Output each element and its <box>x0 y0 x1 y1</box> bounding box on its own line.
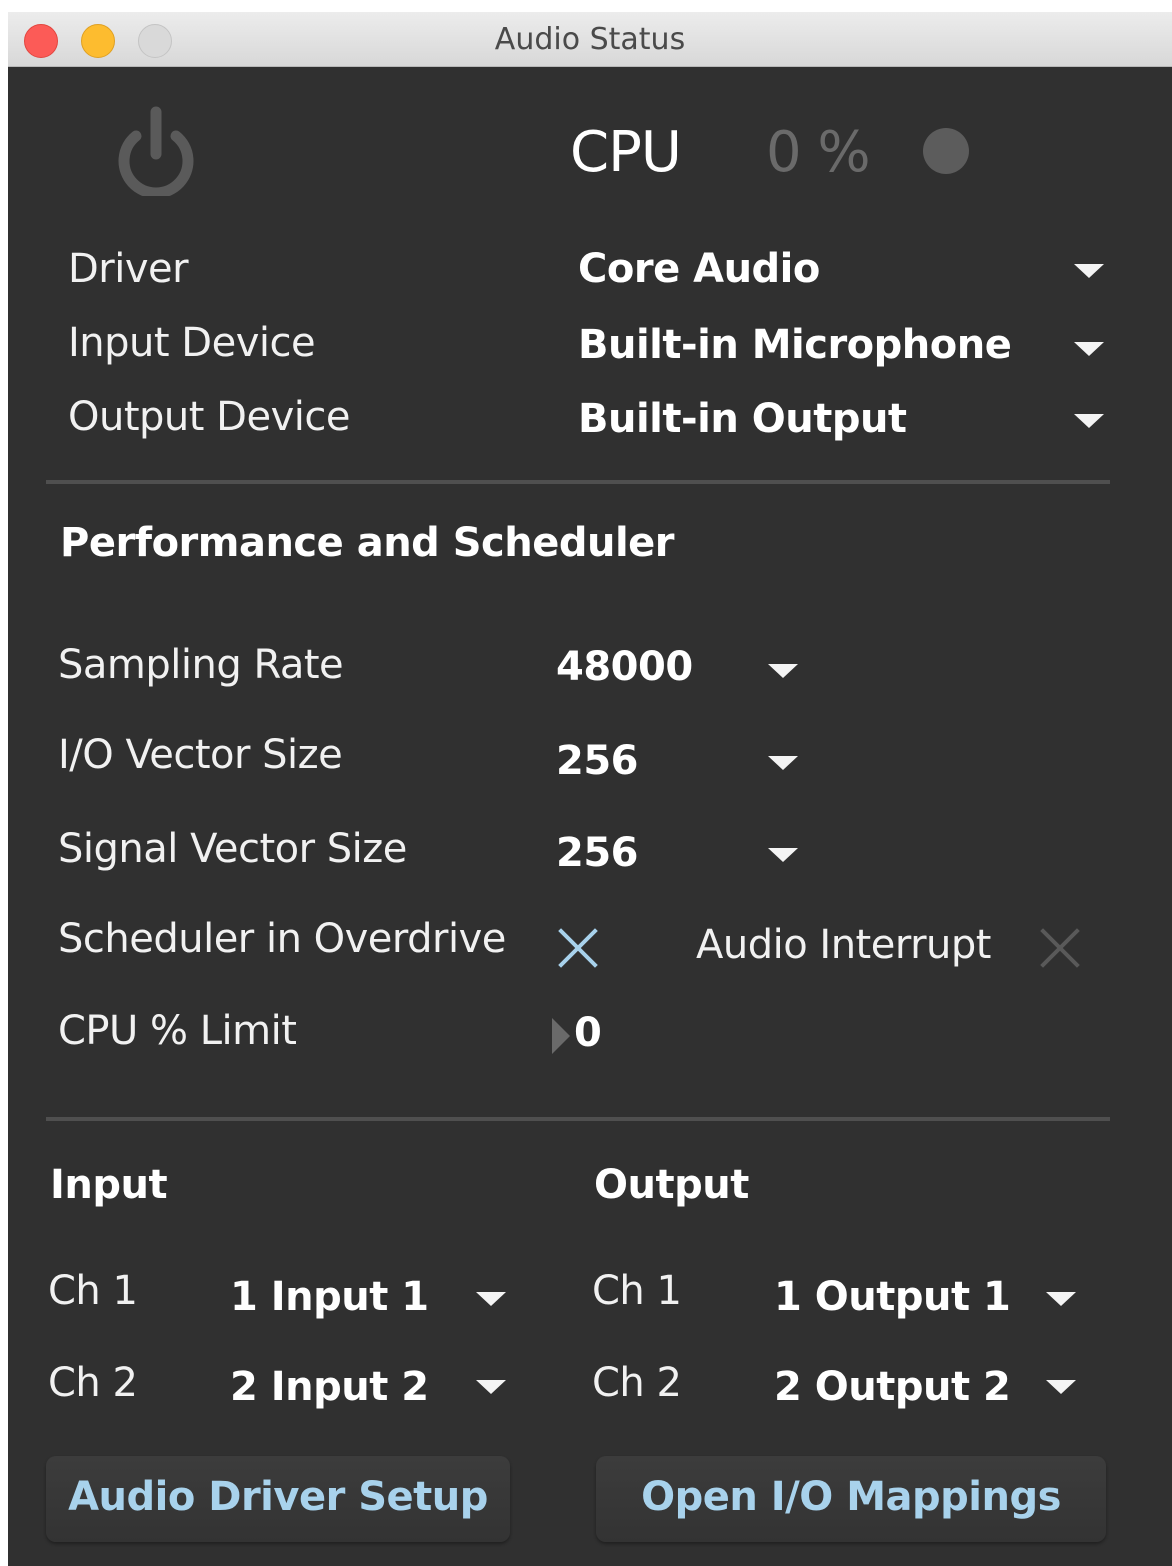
audio-interrupt-label: Audio Interrupt <box>696 922 991 968</box>
title-bar: Audio Status <box>8 12 1172 67</box>
open-io-mappings-button[interactable]: Open I/O Mappings <box>596 1456 1106 1542</box>
output-channel-1-dropdown-arrow-icon[interactable] <box>1046 1292 1076 1306</box>
output-device-dropdown-arrow-icon[interactable] <box>1074 414 1104 428</box>
cpu-limit-label: CPU % Limit <box>58 1008 297 1054</box>
number-box-triangle-icon <box>552 1018 570 1054</box>
input-device-menu-value[interactable]: Built-in Microphone <box>578 322 1012 368</box>
cpu-indicator-light <box>923 128 969 174</box>
driver-menu-value[interactable]: Core Audio <box>578 246 820 292</box>
sampling-rate-label: Sampling Rate <box>58 642 344 688</box>
audio-driver-setup-button[interactable]: Audio Driver Setup <box>46 1456 510 1542</box>
audio-interrupt-toggle-icon[interactable] <box>1038 926 1082 970</box>
section-divider <box>46 480 1110 484</box>
input-channel-2-value[interactable]: 2 Input 2 <box>230 1364 429 1410</box>
input-channel-2-dropdown-arrow-icon[interactable] <box>476 1380 506 1394</box>
sampling-rate-dropdown-arrow-icon[interactable] <box>768 664 798 678</box>
audio-power-button[interactable] <box>114 100 198 199</box>
io-vector-size-label: I/O Vector Size <box>58 732 343 778</box>
signal-vector-size-dropdown-arrow-icon[interactable] <box>768 848 798 862</box>
audio-status-window: Audio Status CPU 0 % Driver Core Audio I… <box>8 12 1172 1566</box>
io-section-divider <box>46 1117 1110 1121</box>
input-channel-1-dropdown-arrow-icon[interactable] <box>476 1292 506 1306</box>
signal-vector-size-label: Signal Vector Size <box>58 826 407 872</box>
cpu-limit-number-box[interactable]: 0 <box>550 1010 630 1060</box>
output-channel-2-value[interactable]: 2 Output 2 <box>774 1364 1011 1410</box>
input-channel-1-value[interactable]: 1 Input 1 <box>230 1274 429 1320</box>
input-device-label: Input Device <box>68 320 316 366</box>
cpu-value: 0 % <box>766 120 871 185</box>
cpu-label: CPU <box>570 120 682 185</box>
power-icon <box>118 106 194 199</box>
output-device-menu-value[interactable]: Built-in Output <box>578 396 907 442</box>
output-channel-2-dropdown-arrow-icon[interactable] <box>1046 1380 1076 1394</box>
sampling-rate-value[interactable]: 48000 <box>556 644 693 690</box>
output-channel-2-label: Ch 2 <box>592 1360 682 1406</box>
output-channel-1-value[interactable]: 1 Output 1 <box>774 1274 1011 1320</box>
io-vector-size-value[interactable]: 256 <box>556 738 639 784</box>
output-device-label: Output Device <box>68 394 350 440</box>
cpu-limit-value: 0 <box>574 1010 602 1056</box>
driver-dropdown-arrow-icon[interactable] <box>1074 264 1104 278</box>
window-title: Audio Status <box>494 22 686 57</box>
scheduler-overdrive-toggle-icon[interactable] <box>556 926 600 970</box>
output-heading: Output <box>594 1162 749 1208</box>
input-channel-2-label: Ch 2 <box>48 1360 138 1406</box>
performance-heading: Performance and Scheduler <box>60 520 675 566</box>
scheduler-overdrive-label: Scheduler in Overdrive <box>58 916 506 962</box>
signal-vector-size-value[interactable]: 256 <box>556 830 639 876</box>
io-vector-size-dropdown-arrow-icon[interactable] <box>768 756 798 770</box>
output-channel-1-label: Ch 1 <box>592 1268 682 1314</box>
driver-label: Driver <box>68 246 189 292</box>
input-heading: Input <box>50 1162 168 1208</box>
input-device-dropdown-arrow-icon[interactable] <box>1074 342 1104 356</box>
input-channel-1-label: Ch 1 <box>48 1268 138 1314</box>
